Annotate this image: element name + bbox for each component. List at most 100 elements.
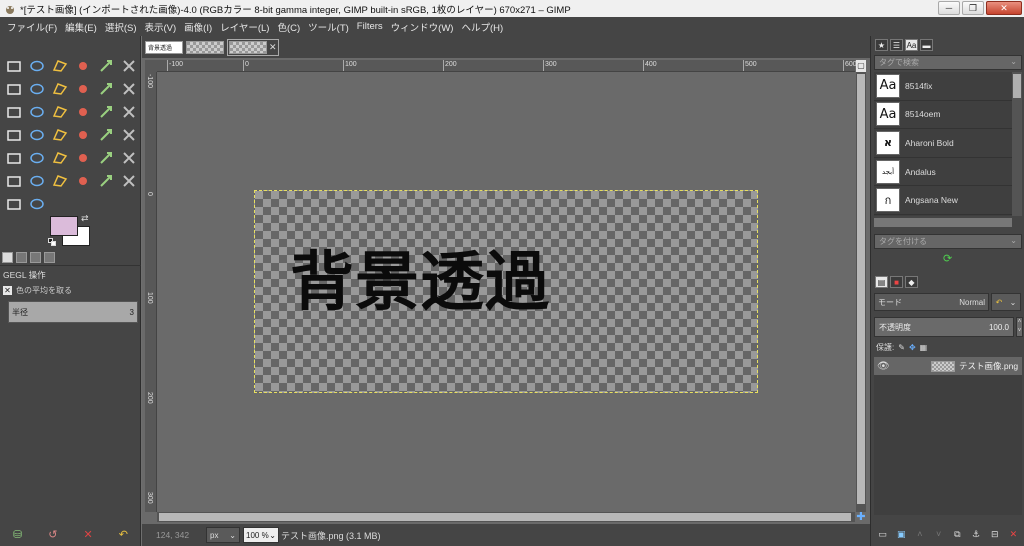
- menu-filters[interactable]: Filters: [353, 21, 387, 32]
- minimize-button[interactable]: ─: [938, 1, 960, 15]
- font-list-hscroll[interactable]: [874, 218, 1012, 227]
- lock-pixels-icon[interactable]: ✎: [898, 343, 905, 352]
- composite-mode-button[interactable]: ↶ ⌄: [991, 293, 1021, 311]
- close-button[interactable]: ✕: [986, 1, 1022, 15]
- select-by-color-tool-icon[interactable]: [94, 54, 117, 77]
- menu-select[interactable]: 選択(S): [101, 20, 141, 34]
- delete-layer-icon[interactable]: ✕: [1007, 529, 1020, 540]
- images-tab-icon[interactable]: [44, 251, 55, 263]
- zoom-tool-icon[interactable]: [71, 77, 94, 100]
- raise-layer-icon[interactable]: ˄: [913, 529, 926, 539]
- unit-select[interactable]: px ⌄: [206, 527, 240, 543]
- vertical-scrollbar[interactable]: [856, 72, 866, 512]
- menu-tools[interactable]: ツール(T): [304, 20, 353, 34]
- image-tab-active[interactable]: ✕: [227, 38, 279, 56]
- unified-transform-tool-icon[interactable]: [2, 123, 25, 146]
- radius-slider[interactable]: 半径 3: [8, 301, 138, 323]
- opacity-slider[interactable]: 不透明度 100.0: [874, 317, 1014, 337]
- paintbrush-tool-icon[interactable]: [71, 146, 94, 169]
- fonts-tab-icon[interactable]: Aa: [905, 39, 918, 51]
- heal-tool-icon[interactable]: [71, 169, 94, 192]
- color-picker-tool-icon[interactable]: [48, 77, 71, 100]
- image-tab-2[interactable]: [186, 39, 224, 56]
- menu-image[interactable]: 画像(I): [180, 20, 216, 34]
- flip-tool-icon[interactable]: [71, 123, 94, 146]
- scissors-tool-icon[interactable]: [117, 54, 140, 77]
- lock-alpha-icon[interactable]: ▦: [920, 343, 928, 352]
- eraser-tool-icon[interactable]: [94, 146, 117, 169]
- zoom-select[interactable]: 100 % ⌄: [243, 527, 279, 543]
- horizontal-scrollbar[interactable]: [157, 512, 855, 522]
- zoom-follow-button[interactable]: ▢: [856, 60, 866, 72]
- font-tag-filter[interactable]: タグで検索 ⌄: [874, 55, 1022, 70]
- airbrush-tool-icon[interactable]: [117, 146, 140, 169]
- refresh-fonts-icon[interactable]: ⟳: [943, 252, 952, 265]
- navigate-icon[interactable]: ✚: [856, 512, 866, 523]
- measure-tool-icon[interactable]: [94, 77, 117, 100]
- horizontal-ruler[interactable]: -100 0 100 200 300 400 500 600: [157, 60, 857, 72]
- paths-tab-icon[interactable]: ◆: [905, 276, 918, 288]
- pencil-tool-icon[interactable]: [48, 146, 71, 169]
- merge-layer-icon[interactable]: ⊟: [988, 529, 1001, 540]
- menu-view[interactable]: 表示(V): [140, 20, 180, 34]
- rect-select-tool-icon[interactable]: [2, 54, 25, 77]
- move-tool-icon[interactable]: [117, 77, 140, 100]
- menu-help[interactable]: ヘルプ(H): [457, 20, 507, 34]
- eye-icon[interactable]: 👁: [877, 361, 891, 372]
- close-tab-icon[interactable]: ✕: [269, 42, 277, 53]
- image-tab-text[interactable]: 背景透過: [145, 39, 183, 56]
- crop-tool-icon[interactable]: [25, 100, 48, 123]
- reset-colors-icon[interactable]: [48, 238, 56, 246]
- lock-position-icon[interactable]: ✥: [909, 343, 916, 352]
- tool-options-tab-icon[interactable]: [2, 251, 13, 263]
- save-options-icon[interactable]: ⛁: [13, 528, 22, 541]
- swap-colors-icon[interactable]: ⇄: [81, 213, 89, 224]
- restore-options-icon[interactable]: ↺: [48, 528, 57, 541]
- mypaint-brush-tool-icon[interactable]: [25, 169, 48, 192]
- text-tool-icon[interactable]: [117, 123, 140, 146]
- align-tool-icon[interactable]: [2, 100, 25, 123]
- vertical-ruler[interactable]: -100 0 100 200 300: [145, 72, 157, 512]
- new-layer-icon[interactable]: ▭: [876, 529, 889, 540]
- patterns-tab-icon[interactable]: ☰: [890, 39, 903, 51]
- smudge-tool-icon[interactable]: [2, 192, 25, 215]
- perspective-clone-tool-icon[interactable]: [94, 169, 117, 192]
- menu-colors[interactable]: 色(C): [273, 20, 304, 34]
- menu-file[interactable]: ファイル(F): [3, 20, 61, 34]
- new-layer-group-icon[interactable]: ▣: [895, 529, 908, 540]
- clone-tool-icon[interactable]: [48, 169, 71, 192]
- opacity-spinner[interactable]: ˄ ˅: [1016, 317, 1023, 337]
- average-color-option[interactable]: ✕ 色の平均を取る: [0, 284, 141, 297]
- reset-options-icon[interactable]: ↶: [119, 528, 128, 541]
- font-item[interactable]: א Aharoni Bold: [874, 129, 1012, 158]
- cage-transform-tool-icon[interactable]: [94, 123, 117, 146]
- image-canvas[interactable]: 背景透過: [254, 190, 758, 393]
- blur-tool-icon[interactable]: [117, 169, 140, 192]
- lower-layer-icon[interactable]: ˅: [932, 529, 945, 539]
- average-color-checkbox[interactable]: ✕: [3, 286, 12, 295]
- font-list-scrollbar[interactable]: [1012, 72, 1022, 216]
- foreground-select-tool-icon[interactable]: [2, 77, 25, 100]
- handle-transform-tool-icon[interactable]: [25, 123, 48, 146]
- maximize-button[interactable]: ❐: [962, 1, 984, 15]
- shear-tool-icon[interactable]: [94, 100, 117, 123]
- font-tag-assign[interactable]: タグを付ける ⌄: [874, 234, 1022, 249]
- device-status-tab-icon[interactable]: [16, 251, 27, 263]
- paths-tool-icon[interactable]: [25, 77, 48, 100]
- ink-tool-icon[interactable]: [2, 169, 25, 192]
- layer-row[interactable]: 👁 テスト画像.png: [874, 357, 1022, 375]
- free-select-tool-icon[interactable]: [48, 54, 71, 77]
- scale-tool-icon[interactable]: [71, 100, 94, 123]
- menu-edit[interactable]: 編集(E): [61, 20, 101, 34]
- font-item[interactable]: ก Angsana New: [874, 186, 1012, 215]
- document-history-tab-icon[interactable]: ▬: [920, 39, 933, 51]
- anchor-layer-icon[interactable]: ⚓: [970, 529, 983, 540]
- brushes-tab-icon[interactable]: ★: [875, 39, 888, 51]
- ellipse-select-tool-icon[interactable]: [25, 54, 48, 77]
- menu-windows[interactable]: ウィンドウ(W): [387, 20, 458, 34]
- warp-transform-tool-icon[interactable]: [48, 123, 71, 146]
- font-item[interactable]: Aa 8514fix: [874, 72, 1012, 101]
- delete-options-icon[interactable]: ✕: [84, 528, 93, 541]
- undo-history-tab-icon[interactable]: [30, 251, 41, 263]
- blend-tool-icon[interactable]: [25, 146, 48, 169]
